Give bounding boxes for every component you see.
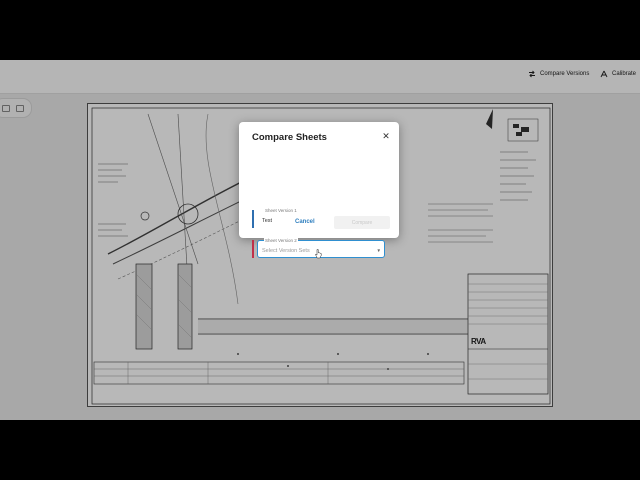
field-accent-bar (252, 210, 254, 228)
sheet-version-1-value: Test (262, 218, 273, 224)
compare-button[interactable]: Compare (334, 216, 390, 229)
field-accent-bar (252, 240, 254, 258)
compare-sheets-dialog: Compare Sheets ✕ Sheet Version 1 Test ▼ … (239, 122, 399, 258)
chevron-down-icon: ▼ (376, 248, 381, 253)
sheet-version-1-label: Sheet Version 1 (264, 208, 298, 213)
close-icon: ✕ (382, 130, 390, 141)
cancel-button[interactable]: Cancel (295, 219, 315, 225)
mouse-pointer-icon (315, 249, 322, 259)
sheet-version-2-placeholder: Select Version Sets (262, 248, 310, 254)
close-button[interactable]: ✕ (381, 131, 391, 141)
dialog-title: Compare Sheets (252, 132, 327, 143)
sheet-version-2-label: Sheet Version 2 (264, 238, 298, 243)
